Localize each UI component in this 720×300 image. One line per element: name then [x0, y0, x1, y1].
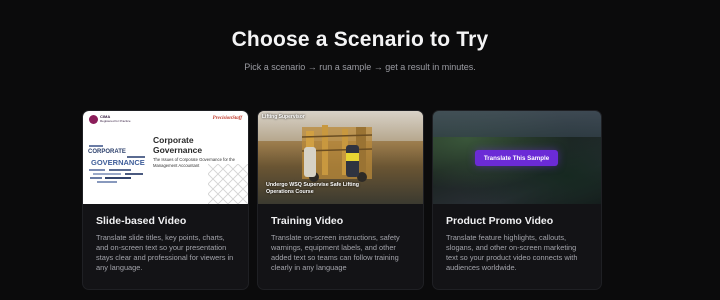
precisionstaff-logo: PrecisionStaff [212, 116, 242, 121]
slide-thumbnail: CIMA Registered for Practice PrecisionSt… [83, 111, 248, 204]
worker-figure [346, 145, 359, 177]
card-title: Product Promo Video [446, 215, 554, 227]
translate-sample-button[interactable]: Translate This Sample [475, 150, 558, 166]
video-overlay-caption: Undergo WSQ Supervise Safe Lifting Opera… [266, 182, 360, 195]
scenario-cards: CIMA Registered for Practice PrecisionSt… [82, 110, 602, 290]
slide-decoration [208, 164, 248, 204]
card-title: Training Video [271, 215, 344, 227]
cima-logo-text: CIMA Registered for Practice [100, 114, 131, 124]
training-thumbnail: Lifting Supervisor Undergo WSQ Supervise… [258, 111, 423, 204]
scenario-card-slide-video[interactable]: CIMA Registered for Practice PrecisionSt… [82, 110, 249, 290]
svg-text:CORPORATE: CORPORATE [88, 149, 126, 155]
worker-figure [304, 147, 316, 177]
promo-thumbnail: Translate This Sample [433, 111, 601, 204]
hero-subtitle: Pick a scenario → run a sample → get a r… [244, 62, 476, 72]
slide-title: Corporate Governance [153, 135, 203, 155]
safety-vest [346, 153, 359, 161]
card-description: Translate on-screen instructions, safety… [271, 233, 400, 272]
card-description: Translate feature highlights, callouts, … [446, 233, 578, 272]
cima-logo-icon [89, 115, 98, 124]
hero-title: Choose a Scenario to Try [231, 28, 489, 51]
card-title: Slide-based Video [96, 215, 187, 227]
scenario-card-training-video[interactable]: Lifting Supervisor Undergo WSQ Supervise… [257, 110, 424, 290]
video-overlay-title: Lifting Supervisor [262, 114, 305, 120]
wordcloud-image: CORPORATE GOVERNANCE [88, 145, 145, 183]
blurred-background [433, 111, 601, 137]
card-description: Translate slide titles, key points, char… [96, 233, 234, 272]
svg-text:GOVERNANCE: GOVERNANCE [91, 158, 145, 167]
scenario-card-product-promo[interactable]: Translate This Sample Product Promo Vide… [432, 110, 602, 290]
